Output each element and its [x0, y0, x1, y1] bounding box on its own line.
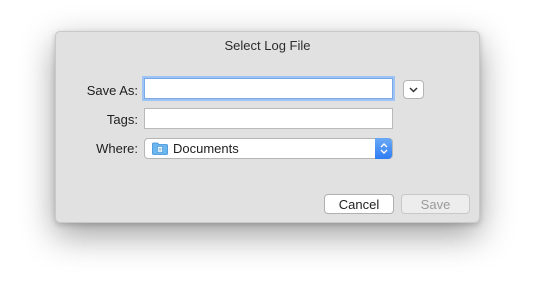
up-down-arrows-icon	[380, 143, 387, 154]
save-as-label: Save As:	[86, 83, 138, 98]
screen: Select Log File Save As: Tags: Where: Do…	[0, 0, 536, 304]
documents-folder-icon	[152, 142, 168, 155]
tags-label: Tags:	[106, 112, 138, 127]
where-label: Where:	[96, 141, 138, 156]
save-dialog: Select Log File Save As: Tags: Where: Do…	[55, 31, 480, 223]
cancel-button[interactable]: Cancel	[324, 194, 394, 214]
where-popup-button[interactable]: Documents	[144, 138, 393, 159]
where-value: Documents	[173, 141, 239, 156]
dialog-title: Select Log File	[224, 38, 311, 53]
expand-dialog-button[interactable]	[403, 80, 424, 99]
where-stepper[interactable]	[375, 138, 392, 159]
save-button[interactable]: Save	[401, 194, 470, 214]
save-as-input[interactable]	[144, 78, 393, 99]
chevron-down-icon	[409, 86, 418, 93]
tags-input[interactable]	[144, 108, 393, 129]
